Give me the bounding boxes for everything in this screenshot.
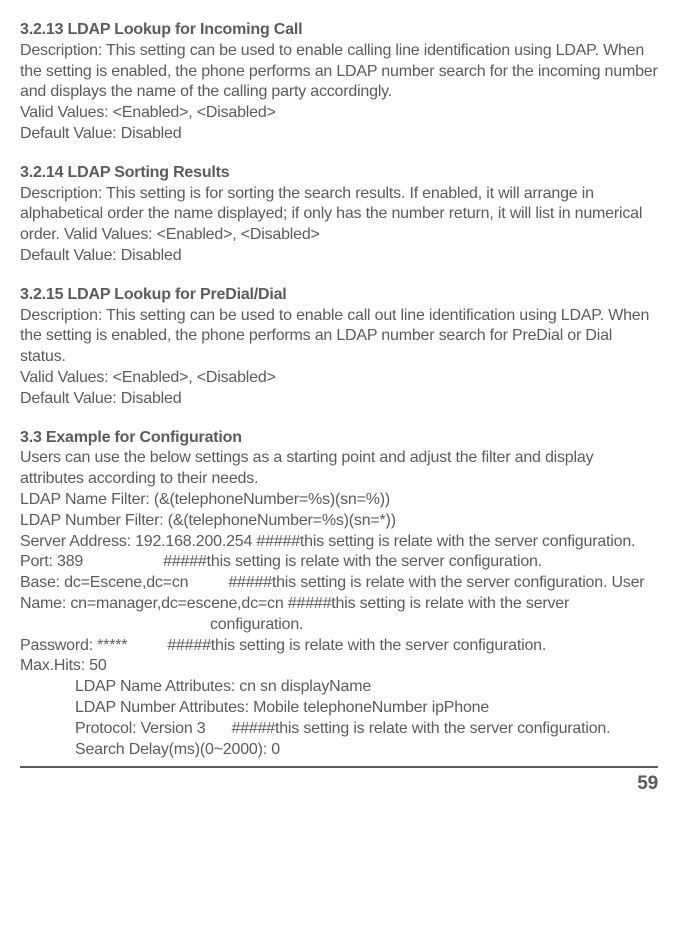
config-name-filter: LDAP Name Filter: (&(telephoneNumber=%s)… <box>20 490 658 511</box>
config-base: Base: dc=Escene,dc=cn#####this setting i… <box>20 573 658 615</box>
config-name-attributes: LDAP Name Attributes: cn sn displayName <box>20 677 658 698</box>
config-number-attributes: LDAP Number Attributes: Mobile telephone… <box>20 698 658 719</box>
body-ldap-incoming: Description: This setting can be used to… <box>20 41 658 103</box>
section-example-config: 3.3 Example for Configuration Users can … <box>20 428 658 761</box>
default-ldap-incoming: Default Value: Disabled <box>20 124 658 145</box>
valid-values-ldap-predial: Valid Values: <Enabled>, <Disabled> <box>20 368 658 389</box>
config-password: Password: *****#####this setting is rela… <box>20 636 658 657</box>
default-ldap-sorting: Default Value: Disabled <box>20 246 658 267</box>
config-number-filter: LDAP Number Filter: (&(telephoneNumber=%… <box>20 511 658 532</box>
heading-ldap-incoming: 3.2.13 LDAP Lookup for Incoming Call <box>20 20 658 41</box>
example-intro: Users can use the below settings as a st… <box>20 448 658 490</box>
config-base-line2: configuration. <box>20 615 658 636</box>
config-maxhits: Max.Hits: 50 <box>20 656 658 677</box>
footer-divider <box>20 766 658 768</box>
valid-values-ldap-incoming: Valid Values: <Enabled>, <Disabled> <box>20 103 658 124</box>
config-server-address: Server Address: 192.168.200.254 #####thi… <box>20 532 658 553</box>
heading-ldap-predial: 3.2.15 LDAP Lookup for PreDial/Dial <box>20 285 658 306</box>
page-footer: 59 <box>20 766 658 797</box>
config-port: Port: 389#####this setting is relate wit… <box>20 552 658 573</box>
heading-example-config: 3.3 Example for Configuration <box>20 428 658 449</box>
page-number: 59 <box>20 772 658 797</box>
config-search-delay: Search Delay(ms)(0~2000): 0 <box>20 740 658 761</box>
heading-ldap-sorting: 3.2.14 LDAP Sorting Results <box>20 163 658 184</box>
config-protocol: Protocol: Version 3#####this setting is … <box>20 719 658 740</box>
default-ldap-predial: Default Value: Disabled <box>20 389 658 410</box>
section-ldap-lookup-incoming: 3.2.13 LDAP Lookup for Incoming Call Des… <box>20 20 658 145</box>
section-ldap-sorting: 3.2.14 LDAP Sorting Results Description:… <box>20 163 658 267</box>
body-ldap-predial: Description: This setting can be used to… <box>20 306 658 368</box>
body-ldap-sorting: Description: This setting is for sorting… <box>20 184 658 246</box>
section-ldap-predial: 3.2.15 LDAP Lookup for PreDial/Dial Desc… <box>20 285 658 410</box>
